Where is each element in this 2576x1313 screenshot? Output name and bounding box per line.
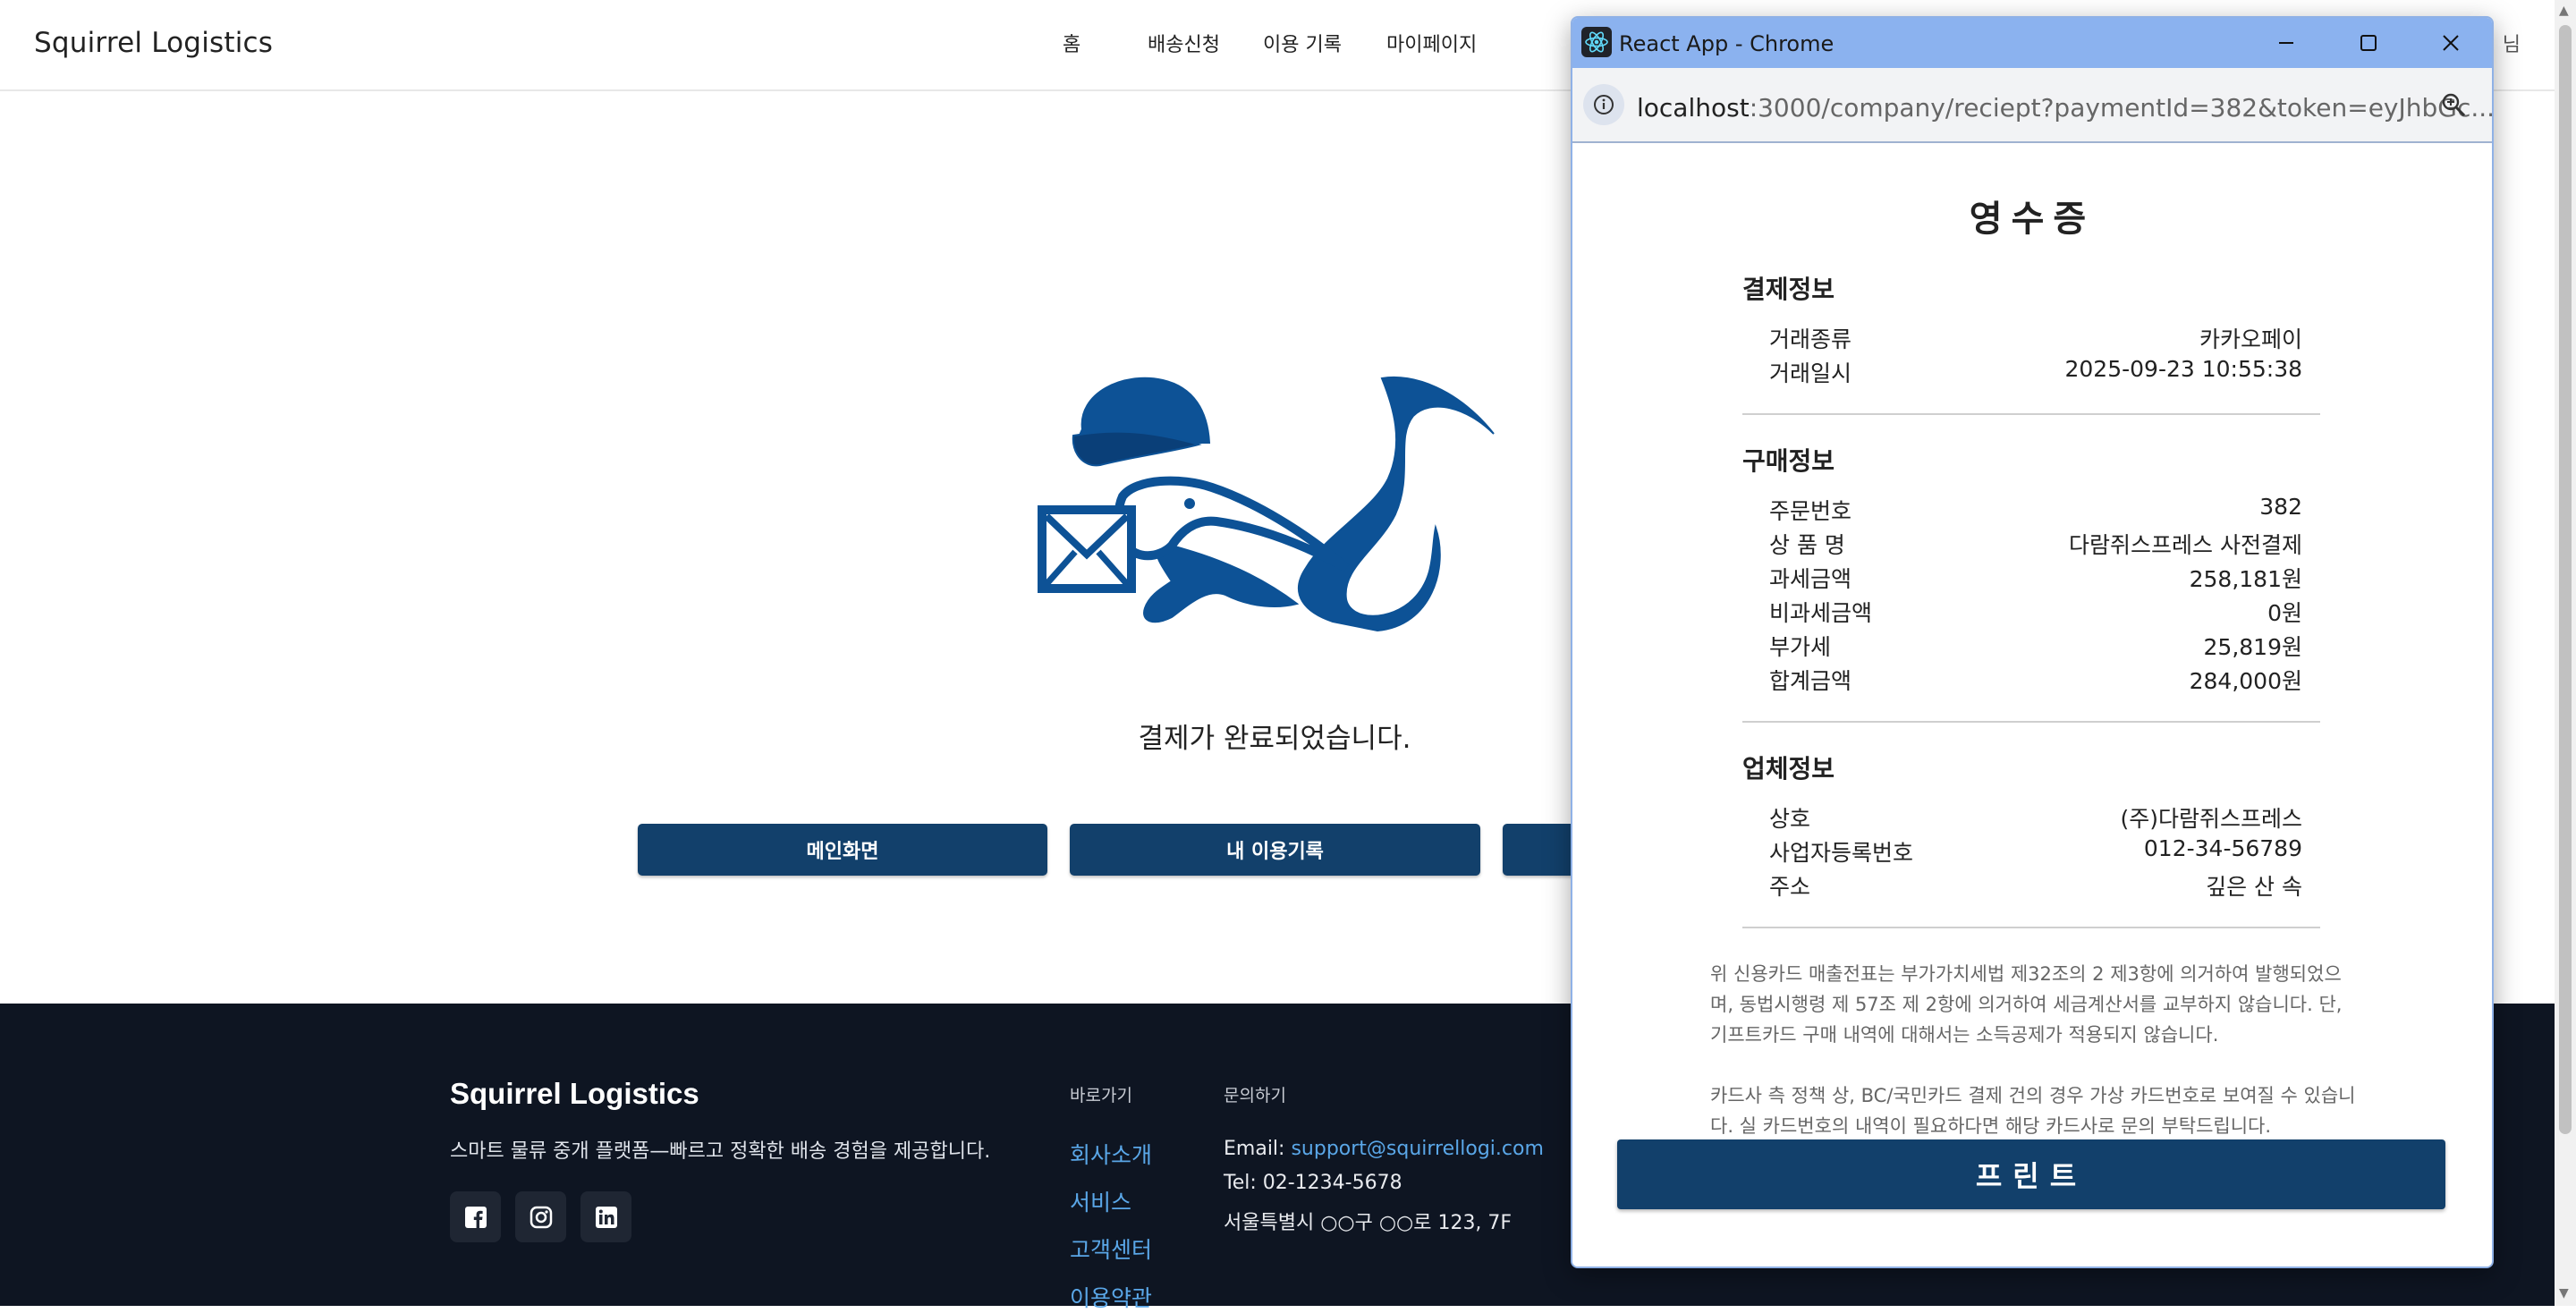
- row-label: 상 품 명: [1769, 532, 1845, 558]
- footer-brand: Squirrel Logistics: [450, 1077, 699, 1110]
- react-app-icon: [1581, 27, 1612, 57]
- receipt-row: 부가세 25,819원: [1769, 630, 2302, 664]
- row-label: 비과세금액: [1769, 600, 1873, 626]
- main-screen-button[interactable]: 메인화면: [638, 824, 1047, 876]
- receipt-row: 상호 (주)다람쥐스프레스: [1769, 801, 2302, 835]
- receipt-row: 주소 깊은 산 속: [1769, 869, 2302, 903]
- receipt-row: 합계금액 284,000원: [1769, 664, 2302, 698]
- url-text[interactable]: localhost:3000/company/reciept?paymentId…: [1637, 93, 2494, 123]
- section-divider: [1742, 721, 2320, 723]
- facebook-icon[interactable]: [450, 1191, 501, 1242]
- row-label: 거래일시: [1769, 360, 1852, 386]
- footer-link-terms[interactable]: 이용약관: [1070, 1281, 1152, 1313]
- email-link[interactable]: support@squirrellogi.com: [1291, 1138, 1543, 1160]
- row-value: 카카오페이: [2199, 326, 2302, 352]
- url-host: localhost: [1637, 93, 1750, 123]
- row-value: 0원: [2267, 600, 2302, 626]
- row-label: 사업자등록번호: [1769, 840, 1914, 866]
- row-label: 주소: [1769, 874, 1811, 900]
- contact-email: Email: support@squirrellogi.com: [1224, 1138, 1544, 1160]
- squirrel-logo: [1038, 376, 1495, 632]
- row-value: (주)다람쥐스프레스: [2120, 806, 2302, 832]
- receipt-title: 영수증: [1969, 199, 2096, 240]
- receipt-content: 영수증 결제정보 거래종류 카카오페이 거래일시 2025-09-23 10:55:…: [1572, 143, 2492, 1266]
- receipt-notice-card: 카드사 측 정책 상, BC/국민카드 결제 건의 경우 가상 카드번호로 보여…: [1710, 1085, 2356, 1137]
- section-divider: [1742, 927, 2320, 928]
- payment-complete-message: 결제가 완료되었습니다.: [1138, 723, 1411, 755]
- row-value: 284,000원: [2189, 668, 2302, 694]
- receipt-row: 거래일시 2025-09-23 10:55:38: [1769, 356, 2302, 390]
- scroll-down-arrow-icon[interactable]: ▼: [2559, 1286, 2569, 1300]
- maximize-icon[interactable]: [2327, 18, 2410, 68]
- window-titlebar[interactable]: React App - Chrome: [1572, 18, 2492, 68]
- company-info-heading: 업체정보: [1742, 754, 1835, 784]
- email-label: Email:: [1224, 1138, 1292, 1160]
- page-scrollbar[interactable]: ▲ ▼: [2555, 0, 2576, 1306]
- minimize-icon[interactable]: [2245, 18, 2327, 68]
- site-brand[interactable]: Squirrel Logistics: [34, 27, 273, 59]
- quicklinks-heading: 바로가기: [1070, 1086, 1132, 1105]
- close-icon[interactable]: [2410, 18, 2492, 68]
- footer-link-support[interactable]: 고객센터: [1070, 1233, 1152, 1265]
- nav-usage-history[interactable]: 이용 기록: [1263, 29, 1342, 57]
- row-value: 012-34-56789: [2143, 835, 2302, 861]
- my-history-button[interactable]: 내 이용기록: [1070, 824, 1480, 876]
- row-label: 부가세: [1769, 634, 1832, 660]
- receipt-row: 상 품 명 다람쥐스프레스 사전결제: [1769, 528, 2302, 562]
- row-label: 상호: [1769, 806, 1811, 832]
- site-info-icon[interactable]: [1583, 84, 1624, 125]
- contact-address: 서울특별시 ○○구 ○○로 123, 7F: [1224, 1212, 1513, 1234]
- footer-link-about[interactable]: 회사소개: [1070, 1138, 1152, 1170]
- print-button[interactable]: 프린트: [1617, 1139, 2445, 1209]
- payment-info-heading: 결제정보: [1742, 275, 1835, 304]
- row-label: 합계금액: [1769, 668, 1852, 694]
- social-links: [450, 1191, 631, 1242]
- zoom-icon[interactable]: [2440, 91, 2467, 122]
- instagram-icon[interactable]: [515, 1191, 566, 1242]
- address-bar[interactable]: localhost:3000/company/reciept?paymentId…: [1572, 68, 2492, 143]
- section-divider: [1742, 413, 2320, 415]
- nav-mypage[interactable]: 마이페이지: [1386, 29, 1477, 57]
- row-value: 258,181원: [2189, 566, 2302, 592]
- row-label: 주문번호: [1769, 498, 1852, 524]
- nav-delivery-request[interactable]: 배송신청: [1148, 29, 1220, 57]
- user-greeting: 님: [2502, 34, 2521, 56]
- row-value: 다람쥐스프레스 사전결제: [2069, 532, 2302, 558]
- footer-link-services[interactable]: 서비스: [1070, 1185, 1131, 1217]
- row-label: 과세금액: [1769, 566, 1852, 592]
- row-value: 2025-09-23 10:55:38: [2064, 356, 2302, 382]
- window-title: React App - Chrome: [1619, 31, 1835, 56]
- footer-description: 스마트 물류 중개 플랫폼—빠르고 정확한 배송 경험을 제공합니다.: [450, 1140, 991, 1163]
- receipt-row: 비과세금액 0원: [1769, 596, 2302, 630]
- contact-tel: Tel: 02-1234-5678: [1224, 1172, 1402, 1194]
- nav-home[interactable]: 홈: [1063, 29, 1080, 57]
- scroll-up-arrow-icon[interactable]: ▲: [2559, 4, 2569, 18]
- receipt-popup-window: React App - Chrome localhost:3000/compan…: [1571, 16, 2494, 1268]
- receipt-row: 주문번호 382: [1769, 494, 2302, 528]
- purchase-info-heading: 구매정보: [1742, 446, 1835, 476]
- url-path: :3000/company/reciept?paymentId=382&toke…: [1749, 93, 2494, 123]
- row-value: 382: [2259, 494, 2302, 520]
- row-value: 25,819원: [2203, 634, 2302, 660]
- receipt-row: 거래종류 카카오페이: [1769, 322, 2302, 356]
- linkedin-icon[interactable]: [580, 1191, 631, 1242]
- row-label: 거래종류: [1769, 326, 1852, 352]
- receipt-notice-tax: 위 신용카드 매출전표는 부가가치세법 제32조의 2 제3항에 의거하여 발행…: [1710, 963, 2343, 1046]
- row-value: 깊은 산 속: [2206, 874, 2302, 900]
- contact-heading: 문의하기: [1224, 1086, 1286, 1105]
- receipt-row: 과세금액 258,181원: [1769, 562, 2302, 596]
- scrollbar-thumb[interactable]: [2559, 25, 2572, 1134]
- receipt-row: 사업자등록번호 012-34-56789: [1769, 835, 2302, 869]
